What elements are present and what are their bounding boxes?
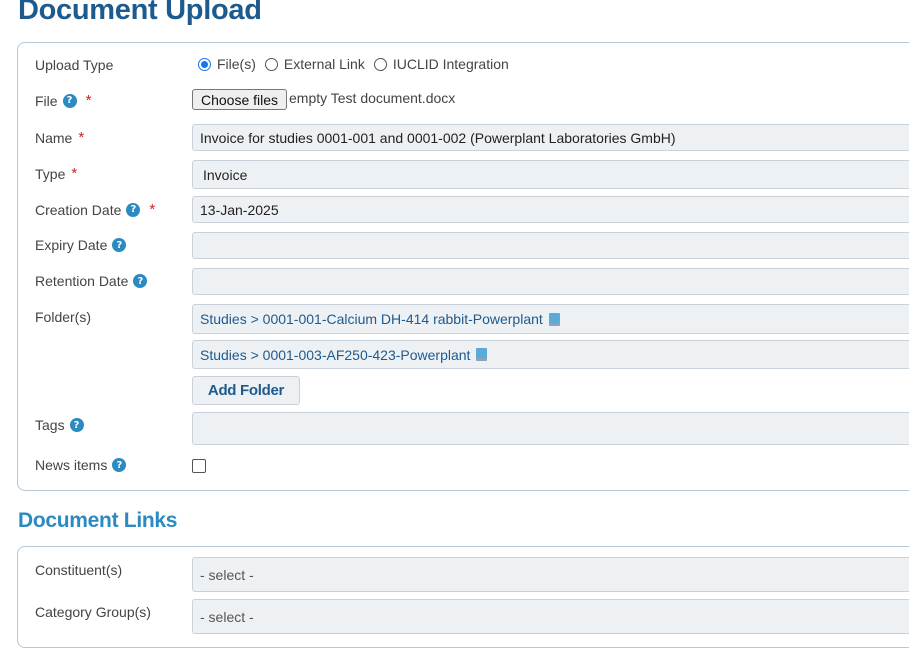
folder-link[interactable]: Studies > 0001-003-AF250-423-Powerplant <box>200 347 470 363</box>
upload-type-radio-group: File(s) External Link IUCLID Integration <box>198 56 518 72</box>
constituents-placeholder: - select - <box>200 566 254 583</box>
radio-option-external-link[interactable]: External Link <box>264 56 365 72</box>
news-items-label: News items ? <box>35 457 127 473</box>
radio-external-link[interactable] <box>264 57 278 71</box>
folder-browse-icon[interactable] <box>548 312 560 326</box>
choose-files-button[interactable]: Choose files <box>192 89 288 110</box>
type-label: Type * <box>35 165 78 182</box>
required-marker: * <box>71 165 78 182</box>
category-groups-label: Category Group(s) <box>35 604 151 620</box>
add-folder-button[interactable]: Add Folder <box>192 376 300 405</box>
help-icon[interactable]: ? <box>126 202 141 217</box>
document-links-title: Document Links <box>18 509 178 532</box>
retention-date-input[interactable] <box>192 268 909 295</box>
folder-entry[interactable]: Studies > 0001-001-Calcium DH-414 rabbit… <box>192 304 909 334</box>
help-icon[interactable]: ? <box>69 418 84 432</box>
radio-iuclid[interactable] <box>373 57 387 71</box>
help-icon[interactable]: ? <box>112 458 127 472</box>
required-marker: * <box>149 201 156 218</box>
tags-input[interactable] <box>192 412 909 445</box>
required-marker: * <box>85 92 92 109</box>
type-select[interactable]: Invoice <box>192 160 909 189</box>
folder-link[interactable]: Studies > 0001-001-Calcium DH-414 rabbit… <box>200 311 543 327</box>
constituents-label: Constituent(s) <box>35 562 123 578</box>
tags-label: Tags ? <box>35 417 84 433</box>
selected-file-name: empty Test document.docx <box>289 90 456 106</box>
expiry-date-label: Expiry Date ? <box>35 237 127 253</box>
folders-label: Folder(s) <box>35 309 92 325</box>
upload-type-label: Upload Type <box>35 57 114 73</box>
radio-option-iuclid[interactable]: IUCLID Integration <box>373 56 509 72</box>
category-groups-placeholder: - select - <box>200 608 254 625</box>
help-icon[interactable]: ? <box>133 274 148 288</box>
news-items-checkbox[interactable] <box>192 459 206 473</box>
expiry-date-input[interactable] <box>192 232 909 259</box>
required-marker: * <box>78 129 85 146</box>
retention-date-label: Retention Date ? <box>35 273 148 289</box>
name-input[interactable]: Invoice for studies 0001-001 and 0001-00… <box>192 124 909 151</box>
help-icon[interactable]: ? <box>62 93 77 108</box>
constituents-select[interactable]: - select - <box>192 557 909 592</box>
creation-date-input[interactable]: 13-Jan-2025 <box>192 196 909 223</box>
page-title: Document Upload <box>18 0 262 26</box>
file-label: File ? * <box>35 92 92 109</box>
help-icon[interactable]: ? <box>112 238 127 252</box>
radio-option-files[interactable]: File(s) <box>198 56 256 72</box>
folder-entry[interactable]: Studies > 0001-003-AF250-423-Powerplant <box>192 340 909 369</box>
category-groups-select[interactable]: - select - <box>192 599 909 634</box>
folder-browse-icon[interactable] <box>476 348 488 361</box>
name-label: Name * <box>35 129 85 146</box>
creation-date-label: Creation Date ? * <box>35 201 156 218</box>
radio-files[interactable] <box>198 57 211 71</box>
